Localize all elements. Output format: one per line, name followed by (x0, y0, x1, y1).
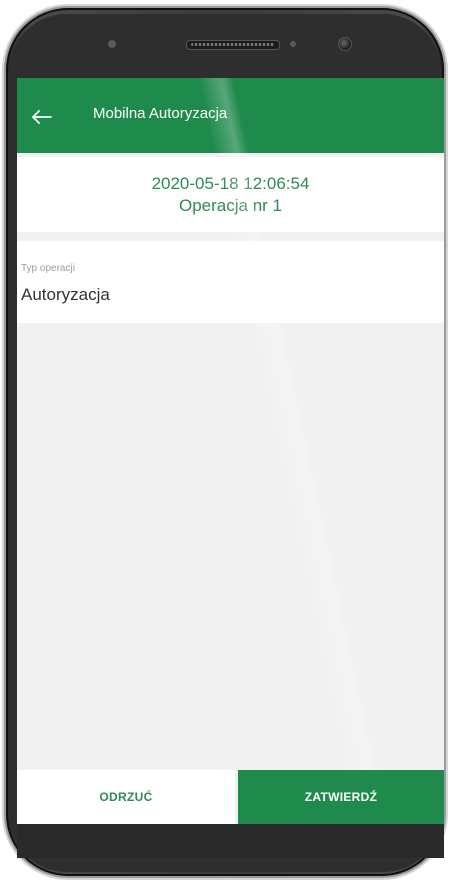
sensor-icon (108, 40, 116, 48)
page-title: Mobilna Autoryzacja (93, 105, 228, 122)
operation-type-field: Typ operacji Autoryzacja (17, 241, 444, 323)
back-button[interactable] (25, 100, 59, 134)
phone-screen: Mobilna Autoryzacja 2020-05-18 12:06:54 … (17, 78, 444, 824)
reject-button[interactable]: ODRZUĆ (17, 770, 235, 824)
operation-number: Operacja nr 1 (179, 195, 282, 215)
arrow-left-icon (32, 110, 52, 124)
front-camera-icon (338, 37, 352, 51)
operation-datetime: 2020-05-18 12:06:54 (151, 173, 310, 193)
operation-header: 2020-05-18 12:06:54 Operacja nr 1 (17, 157, 444, 232)
bottom-bezel (17, 824, 444, 858)
speaker-grille-icon (186, 40, 280, 50)
confirm-button[interactable]: ZATWIERDŹ (238, 770, 444, 824)
phone-mockup: Mobilna Autoryzacja 2020-05-18 12:06:54 … (0, 0, 450, 881)
field-value: Autoryzacja (21, 285, 110, 304)
proximity-sensor-icon (290, 41, 296, 47)
app-bar: Mobilna Autoryzacja (17, 78, 444, 153)
field-label: Typ operacji (21, 263, 75, 274)
